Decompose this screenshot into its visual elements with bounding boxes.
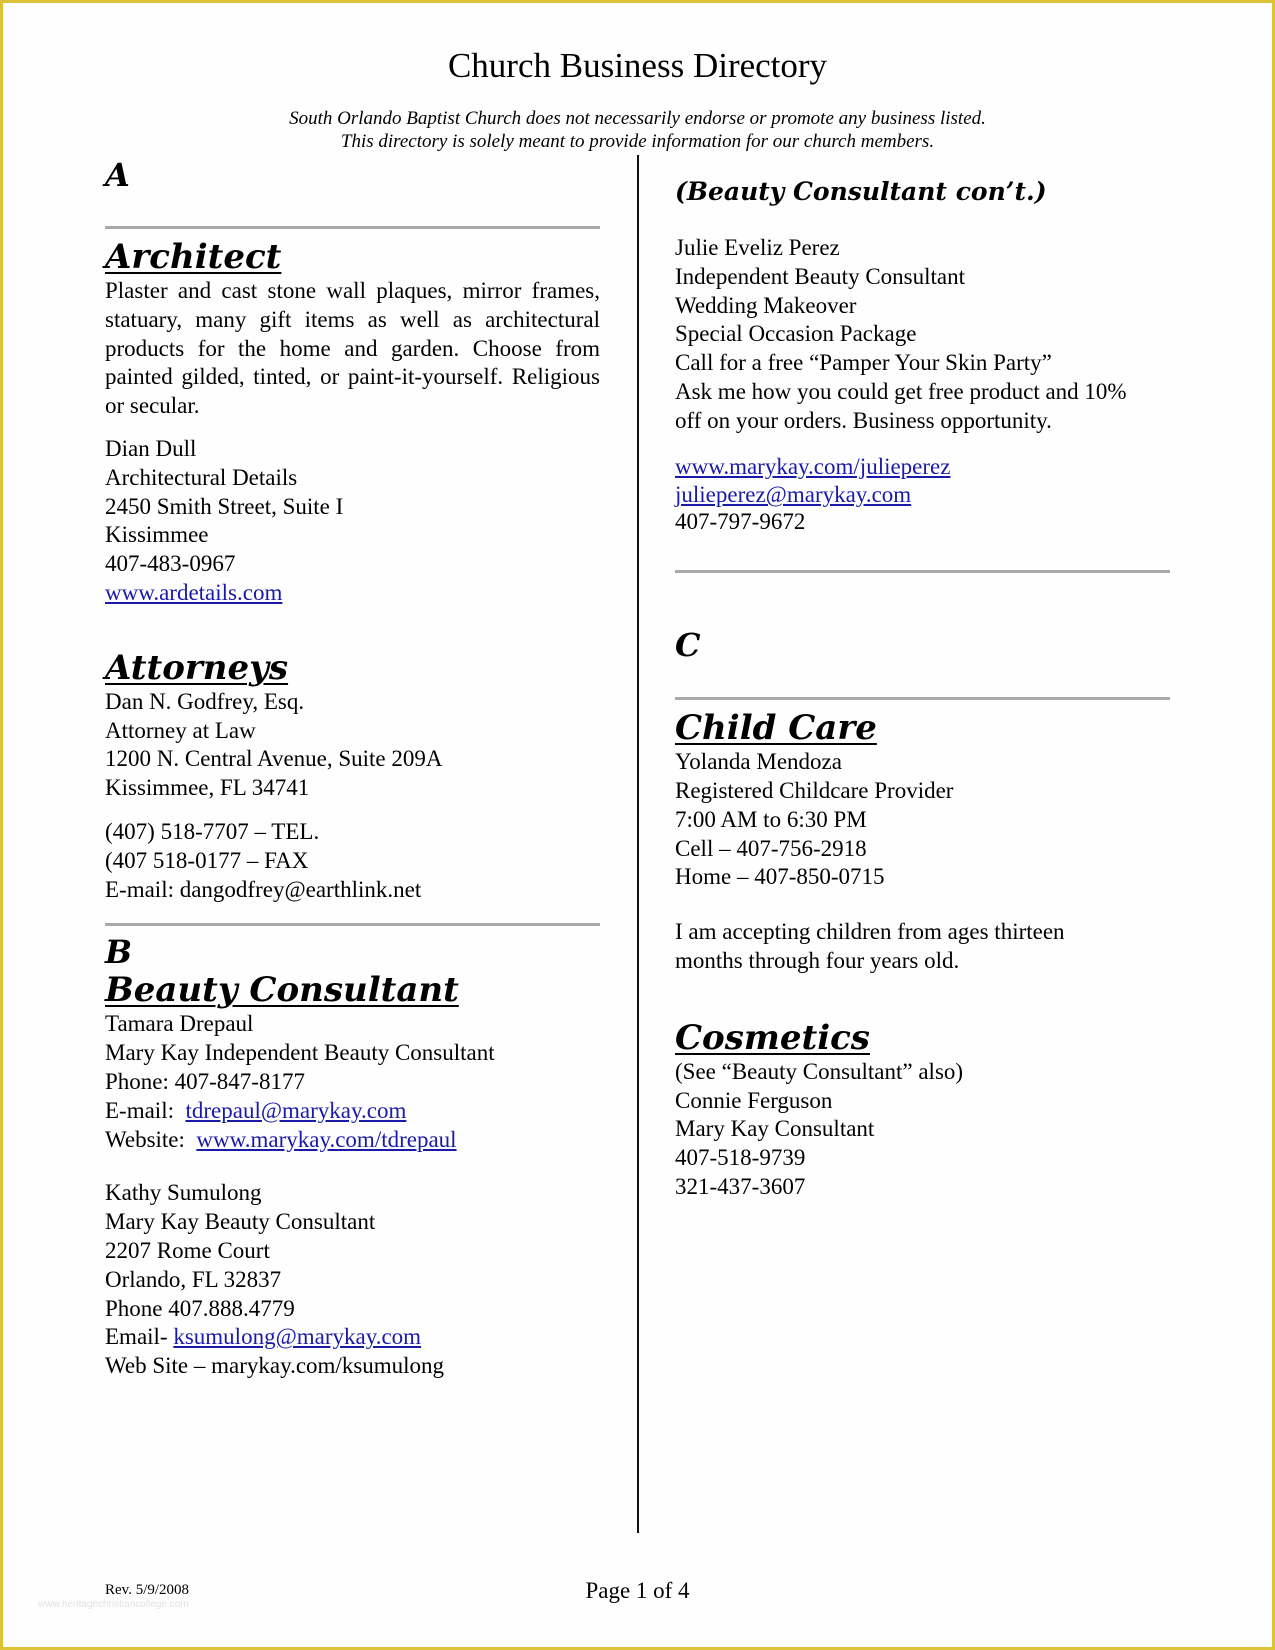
listing: Julie Eveliz Perez Independent Beauty Co… [675,234,1170,537]
website-link[interactable]: www.marykay.com/tdrepaul [196,1127,456,1152]
category-heading: Cosmetics [675,1017,870,1058]
email-label: E-mail: [105,1097,186,1123]
listing-address: 1200 N. Central Avenue, Suite 209A [105,746,443,772]
listing-email-row: Email- ksumulong@marykay.com [105,1323,600,1352]
category-heading: Beauty Consultant [105,970,459,1011]
website-link[interactable]: www.marykay.com/julieperez [675,454,950,479]
disclaimer-line-1: South Orlando Baptist Church does not ne… [289,108,986,129]
page-title: Church Business Directory [447,46,828,85]
listing: (See “Beauty Consultant” also) Connie Fe… [675,1058,1170,1202]
listing-title: Attorney at Law [105,717,256,743]
listing-phone: 407-483-0967 [105,551,236,577]
category-beauty-consultant-continued: (Beauty Consultant con’t.) Julie Eveliz … [675,176,1170,537]
disclaimer-line-2: This directory is solely meant to provid… [340,131,935,152]
listing-title: Mary Kay Beauty Consultant [105,1209,376,1235]
listing-title: Registered Childcare Provider [675,777,954,803]
listing-city: Orlando, FL 32837 [105,1266,282,1292]
category-heading: Attorneys [105,647,289,688]
listing-see-also: (See “Beauty Consultant” also) [675,1058,964,1084]
listing-name: Julie Eveliz Perez [675,235,840,260]
letter-heading-a: A [105,156,130,194]
category-beauty-consultant: Beauty Consultant Tamara Drepaul Mary Ka… [105,970,600,1381]
listing: Dan N. Godfrey, Esq. Attorney at Law 120… [105,688,600,905]
listing-fax: (407 518-0177 – FAX [105,847,309,873]
listing-service: Wedding Makeover [675,292,857,318]
listing: Kathy Sumulong Mary Kay Beauty Consultan… [105,1179,600,1381]
listing: Tamara Drepaul Mary Kay Independent Beau… [105,1010,600,1154]
listing-note-line-2: months through four years old. [675,947,960,973]
listing-name: Tamara Drepaul [105,1011,254,1037]
section-rule [105,923,600,927]
listing-phone: Phone 407.888.4779 [105,1295,295,1321]
listing-name: Dian Dull [105,435,197,461]
listing-phone: 407-518-9739 [675,1145,806,1171]
listing-address: 2450 Smith Street, Suite I [105,493,344,519]
listing-name: Connie Ferguson [675,1087,833,1113]
category-child-care: Child Care Yolanda Mendoza Registered Ch… [675,708,1170,976]
category-attorneys: Attorneys Dan N. Godfrey, Esq. Attorney … [105,648,600,905]
listing-hours: 7:00 AM to 6:30 PM [675,806,867,832]
right-column: (Beauty Consultant con’t.) Julie Eveliz … [675,176,1170,1202]
listing-home: Home – 407-850-0715 [675,864,885,890]
column-divider [637,155,639,1533]
listing-website: Web Site – marykay.com/ksumulong [105,1353,445,1379]
page-number: Page 1 of 4 [585,1578,690,1603]
listing-email-row: E-mail: tdrepaul@marykay.com [105,1097,600,1126]
section-rule [675,697,1170,701]
listing-email: E-mail: dangodfrey@earthlink.net [105,876,422,902]
section-rule [675,570,1170,574]
category-heading: Architect [105,237,282,277]
website-link[interactable]: www.ardetails.com [105,580,282,605]
listing-note-line-1: I am accepting children from ages thirte… [675,919,1065,945]
listing-party: Call for a free “Pamper Your Skin Party” [675,350,1052,376]
left-column: A Architect Plaster and cast stone wall … [105,155,600,1381]
listing-tel: (407) 518-7707 – TEL. [105,818,320,844]
listing-name: Kathy Sumulong [105,1180,262,1206]
listing-address: 2207 Rome Court [105,1237,270,1263]
listing-title: Independent Beauty Consultant [675,263,965,289]
listing-title: Mary Kay Independent Beauty Consultant [105,1040,495,1066]
category-architect: Architect Plaster and cast stone wall pl… [105,237,600,608]
listing-city: Kissimmee, FL 34741 [105,775,310,801]
listing-name: Dan N. Godfrey, Esq. [105,688,305,714]
section-rule [105,226,600,229]
website-label: Website: [105,1126,197,1152]
email-label: Email- [105,1324,174,1350]
listing-cell: Cell – 407-756-2918 [675,835,867,861]
disclaimer: South Orlando Baptist Church does not ne… [0,107,1275,153]
listing: Yolanda Mendoza Registered Childcare Pro… [675,748,1170,976]
letter-heading-b: B [105,933,133,972]
listing: Dian Dull Architectural Details 2450 Smi… [105,435,600,608]
listing-title: Mary Kay Consultant [675,1116,875,1142]
category-cosmetics: Cosmetics (See “Beauty Consultant” also)… [675,1018,1170,1202]
email-link[interactable]: ksumulong@marykay.com [173,1324,421,1349]
listing-service: Special Occasion Package [675,321,917,347]
listing-city: Kissimmee [105,522,209,548]
listing-website-row: Website: www.marykay.com/tdrepaul [105,1126,600,1155]
listing-offer-line-1: Ask me how you could get free product an… [675,378,1127,404]
listing-phone: Phone: 407-847-8177 [105,1068,305,1094]
email-link[interactable]: julieperez@marykay.com [675,482,911,507]
listing-phone: 407-797-9672 [675,509,806,535]
category-heading: Child Care [675,708,877,749]
listing-business: Architectural Details [105,464,298,490]
category-heading-continued: (Beauty Consultant con’t.) [675,177,1047,206]
category-description: Plaster and cast stone wall plaques, mir… [105,278,600,419]
listing-phone: 321-437-3607 [675,1173,806,1199]
email-link[interactable]: tdrepaul@marykay.com [185,1098,406,1123]
letter-heading-c: C [675,626,701,665]
listing-name: Yolanda Mendoza [675,749,842,775]
listing-offer-line-2: off on your orders. Business opportunity… [675,407,1052,433]
